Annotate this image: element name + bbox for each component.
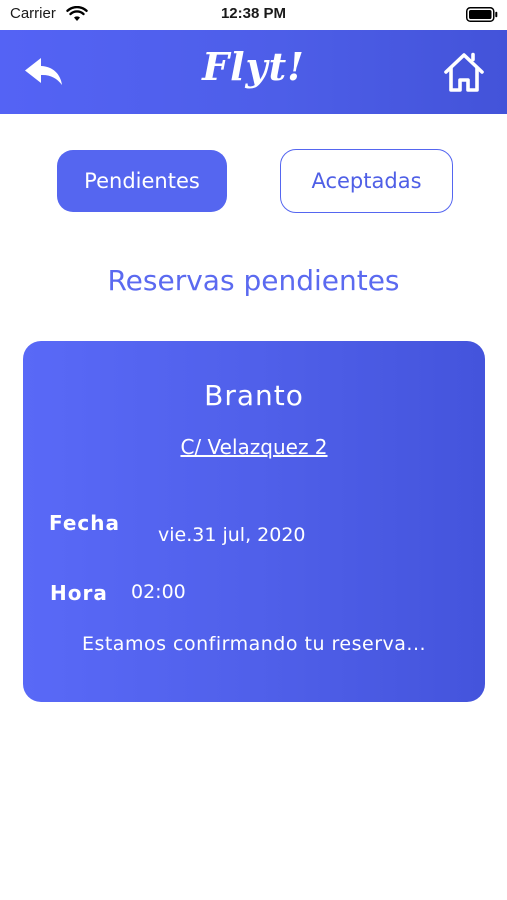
- tab-aceptadas[interactable]: Aceptadas: [280, 149, 453, 213]
- home-icon: [444, 52, 484, 92]
- status-time: 12:38 PM: [220, 5, 287, 22]
- time-label: Hora: [50, 581, 108, 605]
- time-value: 02:00: [131, 581, 186, 603]
- status-bar: Carrier 12:38 PM: [0, 0, 507, 30]
- reservation-status-message: Estamos confirmando tu reserva...: [81, 633, 427, 655]
- section-title: Reservas pendientes: [107, 264, 400, 297]
- date-value: vie.31 jul, 2020: [158, 524, 306, 546]
- place-address-link[interactable]: C/ Velazquez 2: [23, 435, 485, 459]
- place-name: Branto: [204, 379, 304, 412]
- app-header: Flyt!: [0, 30, 507, 114]
- tab-pendientes[interactable]: Pendientes: [57, 150, 227, 212]
- brand-logo: Flyt!: [202, 44, 305, 89]
- battery-icon: [466, 7, 498, 22]
- date-label: Fecha: [49, 511, 121, 535]
- home-button[interactable]: [442, 50, 486, 94]
- reservation-card[interactable]: Branto C/ Velazquez 2 Fecha vie.31 jul, …: [23, 341, 485, 702]
